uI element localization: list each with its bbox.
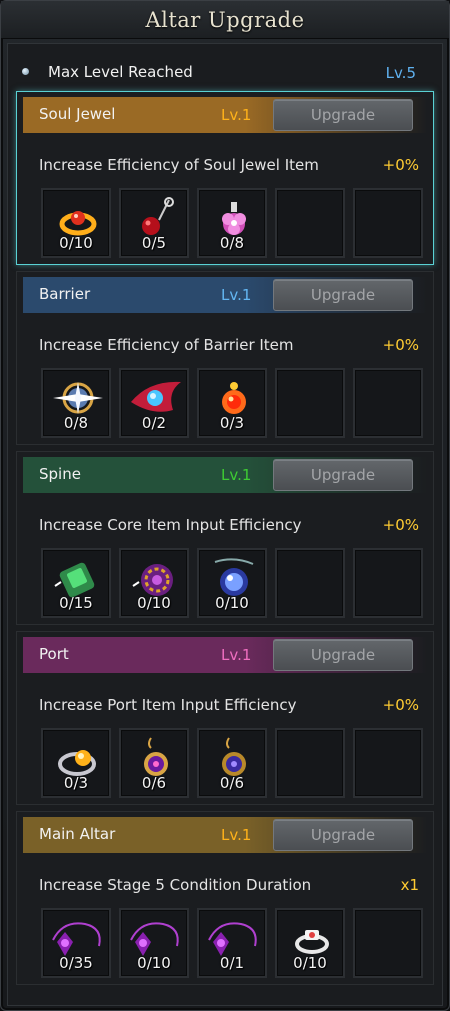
item-count: 0/3: [219, 414, 245, 432]
section-level: Lv.1: [221, 106, 252, 124]
effect-description: Increase Efficiency of Soul Jewel Item: [39, 156, 319, 174]
section-level: Lv.1: [221, 286, 252, 304]
upgrade-button[interactable]: Upgrade: [273, 639, 413, 671]
section-name: Spine: [39, 465, 81, 483]
altar-panel: Max Level Reached Lv.5 Soul Jewel Lv.1 Upg…: [7, 43, 443, 1006]
section-header: Main Altar Lv.1 Upgrade: [23, 817, 427, 853]
empty-item-slot[interactable]: [275, 188, 345, 258]
empty-item-slot[interactable]: [275, 728, 345, 798]
item-count: 0/3: [63, 774, 89, 792]
item-slot[interactable]: 0/6: [119, 728, 189, 798]
section-header: Soul Jewel Lv.1 Upgrade: [23, 97, 427, 133]
item-slot[interactable]: 0/8: [41, 368, 111, 438]
upgrade-button[interactable]: Upgrade: [273, 99, 413, 131]
section-name: Port: [39, 645, 69, 663]
upgrade-section-main-altar[interactable]: Main Altar Lv.1 Upgrade Increase Stage 5 Co…: [16, 811, 434, 985]
effect-value: +0%: [382, 336, 419, 354]
upgrade-section-spine[interactable]: Spine Lv.1 Upgrade Increase Core Item Input…: [16, 451, 434, 625]
item-slots: 0/35 0/10 0/1 0/10: [33, 908, 423, 978]
item-slot[interactable]: 0/10: [275, 908, 345, 978]
item-slot[interactable]: 0/10: [119, 908, 189, 978]
effect-description: Increase Port Item Input Efficiency: [39, 696, 297, 714]
effect-description: Increase Efficiency of Barrier Item: [39, 336, 294, 354]
item-count: 0/8: [219, 234, 245, 252]
item-slot[interactable]: 0/10: [197, 548, 267, 618]
section-header: Spine Lv.1 Upgrade: [23, 457, 427, 493]
item-slot[interactable]: 0/35: [41, 908, 111, 978]
item-slot[interactable]: 0/8: [197, 188, 267, 258]
section-level: Lv.1: [221, 646, 252, 664]
empty-item-slot[interactable]: [353, 548, 423, 618]
section-header: Barrier Lv.1 Upgrade: [23, 277, 427, 313]
effect-value: +0%: [382, 696, 419, 714]
section-name: Barrier: [39, 285, 91, 303]
item-count: 0/10: [59, 234, 93, 252]
item-slots: 0/3 0/6 0/6: [33, 728, 423, 798]
max-level-row: Max Level Reached Lv.5: [8, 58, 442, 88]
altar-upgrade-window: Altar Upgrade Max Level Reached Lv.5 Sou…: [0, 0, 450, 1011]
item-count: 0/1: [219, 954, 245, 972]
item-count: 0/6: [219, 774, 245, 792]
effect-value: +0%: [382, 156, 419, 174]
max-level-text: Max Level Reached: [48, 63, 193, 81]
item-slots: 0/15 0/10 0/10: [33, 548, 423, 618]
item-count: 0/8: [63, 414, 89, 432]
item-count: 0/15: [59, 594, 93, 612]
effect-description: Increase Stage 5 Condition Duration: [39, 876, 312, 894]
section-level: Lv.1: [221, 826, 252, 844]
effect-value: x1: [400, 876, 419, 894]
item-count: 0/5: [141, 234, 167, 252]
item-slot[interactable]: 0/1: [197, 908, 267, 978]
bullet-icon: [22, 68, 29, 75]
item-slots: 0/8 0/2 0/3: [33, 368, 423, 438]
item-slot[interactable]: 0/5: [119, 188, 189, 258]
empty-item-slot[interactable]: [353, 368, 423, 438]
upgrade-button[interactable]: Upgrade: [273, 279, 413, 311]
item-count: 0/10: [137, 954, 171, 972]
empty-item-slot[interactable]: [275, 368, 345, 438]
item-count: 0/2: [141, 414, 167, 432]
item-slot[interactable]: 0/2: [119, 368, 189, 438]
section-header: Port Lv.1 Upgrade: [23, 637, 427, 673]
upgrade-button[interactable]: Upgrade: [273, 819, 413, 851]
section-name: Soul Jewel: [39, 105, 116, 123]
item-count: 0/6: [141, 774, 167, 792]
empty-item-slot[interactable]: [353, 188, 423, 258]
upgrade-button[interactable]: Upgrade: [273, 459, 413, 491]
empty-item-slot[interactable]: [353, 728, 423, 798]
upgrade-section-barrier[interactable]: Barrier Lv.1 Upgrade Increase Efficiency of…: [16, 271, 434, 445]
section-level: Lv.1: [221, 466, 252, 484]
upgrade-section-port[interactable]: Port Lv.1 Upgrade Increase Port Item Input …: [16, 631, 434, 805]
item-slot[interactable]: 0/3: [41, 728, 111, 798]
item-slots: 0/10 0/5 0/8: [33, 188, 423, 258]
item-count: 0/35: [59, 954, 93, 972]
empty-item-slot[interactable]: [353, 908, 423, 978]
item-count: 0/10: [137, 594, 171, 612]
item-slot[interactable]: 0/10: [41, 188, 111, 258]
window-title: Altar Upgrade: [145, 7, 305, 32]
item-slot[interactable]: 0/3: [197, 368, 267, 438]
title-bar[interactable]: Altar Upgrade: [1, 1, 449, 39]
effect-description: Increase Core Item Input Efficiency: [39, 516, 302, 534]
altar-level: Lv.5: [385, 64, 416, 82]
item-slot[interactable]: 0/6: [197, 728, 267, 798]
item-count: 0/10: [293, 954, 327, 972]
section-name: Main Altar: [39, 825, 116, 843]
item-slot[interactable]: 0/10: [119, 548, 189, 618]
item-slot[interactable]: 0/15: [41, 548, 111, 618]
empty-item-slot[interactable]: [275, 548, 345, 618]
upgrade-section-soul-jewel[interactable]: Soul Jewel Lv.1 Upgrade Increase Efficiency…: [16, 91, 434, 265]
effect-value: +0%: [382, 516, 419, 534]
item-count: 0/10: [215, 594, 249, 612]
